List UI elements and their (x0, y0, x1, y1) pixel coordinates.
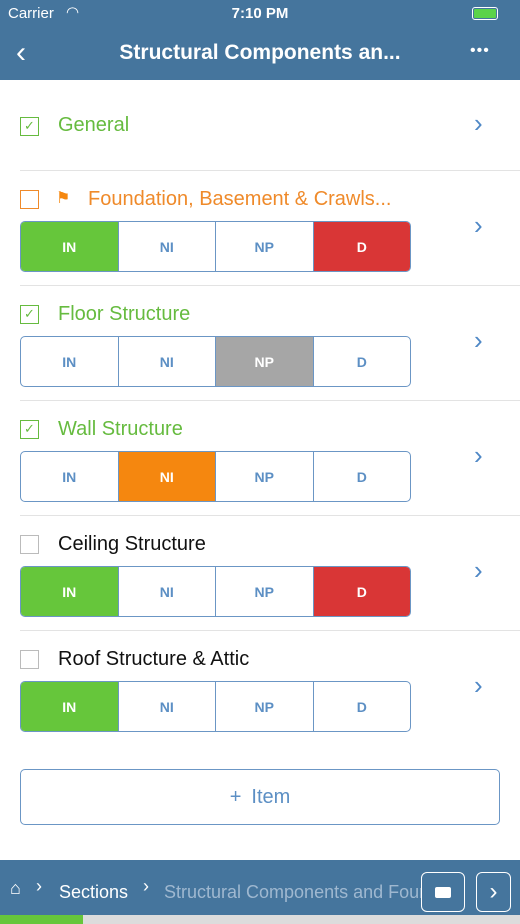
chevron-right-icon[interactable]: › (474, 670, 483, 701)
battery-icon (472, 7, 498, 20)
next-button[interactable]: › (476, 872, 511, 912)
segment-ni[interactable]: NI (118, 452, 216, 501)
checkbox[interactable]: ✓ (20, 305, 39, 324)
rating-segmented-control: IN NI NP D (20, 336, 411, 387)
chevron-right-icon[interactable]: › (474, 325, 483, 356)
list-item[interactable]: Ceiling Structure IN NI NP D › (0, 515, 520, 631)
segment-ni[interactable]: NI (119, 682, 216, 731)
add-item-label: Item (251, 785, 291, 808)
list-item-general[interactable]: ✓ General › (0, 80, 520, 171)
progress-fill (0, 915, 84, 924)
segment-ni[interactable]: NI (119, 222, 216, 271)
segment-d[interactable]: D (313, 567, 410, 616)
segment-np[interactable]: NP (216, 682, 314, 731)
page-title: Structural Components an... (119, 41, 401, 64)
segment-np[interactable]: NP (216, 337, 314, 386)
segment-d[interactable]: D (314, 682, 411, 731)
add-item-button[interactable]: + Item (20, 769, 500, 825)
item-title: General (58, 114, 130, 136)
segment-in[interactable]: IN (21, 682, 119, 731)
checkbox[interactable] (20, 535, 39, 554)
chevron-right-icon[interactable]: › (474, 108, 483, 139)
item-title: Roof Structure & Attic (58, 648, 250, 670)
segment-d[interactable]: D (314, 337, 411, 386)
rating-segmented-control: IN NI NP D (20, 221, 411, 272)
segment-in[interactable]: IN (21, 452, 119, 501)
plus-icon: + (229, 785, 242, 808)
camera-button[interactable] (421, 872, 465, 912)
rating-segmented-control: IN NI NP D (20, 566, 411, 617)
rating-segmented-control: IN NI NP D (20, 451, 411, 502)
home-icon[interactable]: ⌂ (10, 878, 21, 899)
list-item[interactable]: ⚑ Foundation, Basement & Crawls... IN NI NP D… (0, 170, 520, 286)
segment-d[interactable]: D (314, 452, 411, 501)
chevron-right-icon[interactable]: › (474, 555, 483, 586)
segment-ni[interactable]: NI (119, 567, 216, 616)
segment-np[interactable]: NP (216, 452, 314, 501)
checkbox[interactable]: ✓ (20, 117, 39, 136)
segment-np[interactable]: NP (216, 222, 314, 271)
status-bar: Carrier ◠ 7:10 PM (0, 0, 520, 28)
rating-segmented-control: IN NI NP D (20, 681, 411, 732)
list-item[interactable]: ✓ Wall Structure IN NI NP D › (0, 400, 520, 516)
item-title: Ceiling Structure (58, 533, 206, 555)
clock: 7:10 PM (231, 5, 289, 22)
segment-in[interactable]: IN (21, 222, 119, 271)
breadcrumb-separator: › (36, 876, 42, 896)
chevron-right-icon[interactable]: › (474, 440, 483, 471)
segment-in[interactable]: IN (21, 567, 119, 616)
checkbox[interactable] (20, 190, 39, 209)
list-item[interactable]: Roof Structure & Attic IN NI NP D › (0, 630, 520, 745)
segment-d[interactable]: D (313, 222, 410, 271)
breadcrumb-sections[interactable]: Sections (59, 882, 128, 903)
list-item[interactable]: ✓ Floor Structure IN NI NP D › (0, 285, 520, 401)
breadcrumb-bar: ⌂ › Sections › Structural Components and… (0, 860, 520, 915)
segment-np[interactable]: NP (216, 567, 314, 616)
breadcrumb-current: Structural Components and Foundation (164, 882, 464, 902)
item-title: Floor Structure (58, 303, 191, 325)
item-title: Foundation, Basement & Crawls... (88, 188, 392, 210)
progress-bar (0, 915, 520, 924)
more-button[interactable]: ••• (470, 42, 490, 60)
item-title: Wall Structure (58, 418, 183, 440)
segment-in[interactable]: IN (21, 337, 119, 386)
flag-icon: ⚑ (56, 190, 71, 207)
checkbox[interactable] (20, 650, 39, 669)
camera-icon (435, 886, 451, 898)
chevron-right-icon[interactable]: › (474, 210, 483, 241)
segment-ni[interactable]: NI (119, 337, 216, 386)
checkbox[interactable]: ✓ (20, 420, 39, 439)
nav-bar: ‹ Structural Components an... ••• (0, 28, 520, 80)
breadcrumb-separator: › (143, 876, 149, 896)
